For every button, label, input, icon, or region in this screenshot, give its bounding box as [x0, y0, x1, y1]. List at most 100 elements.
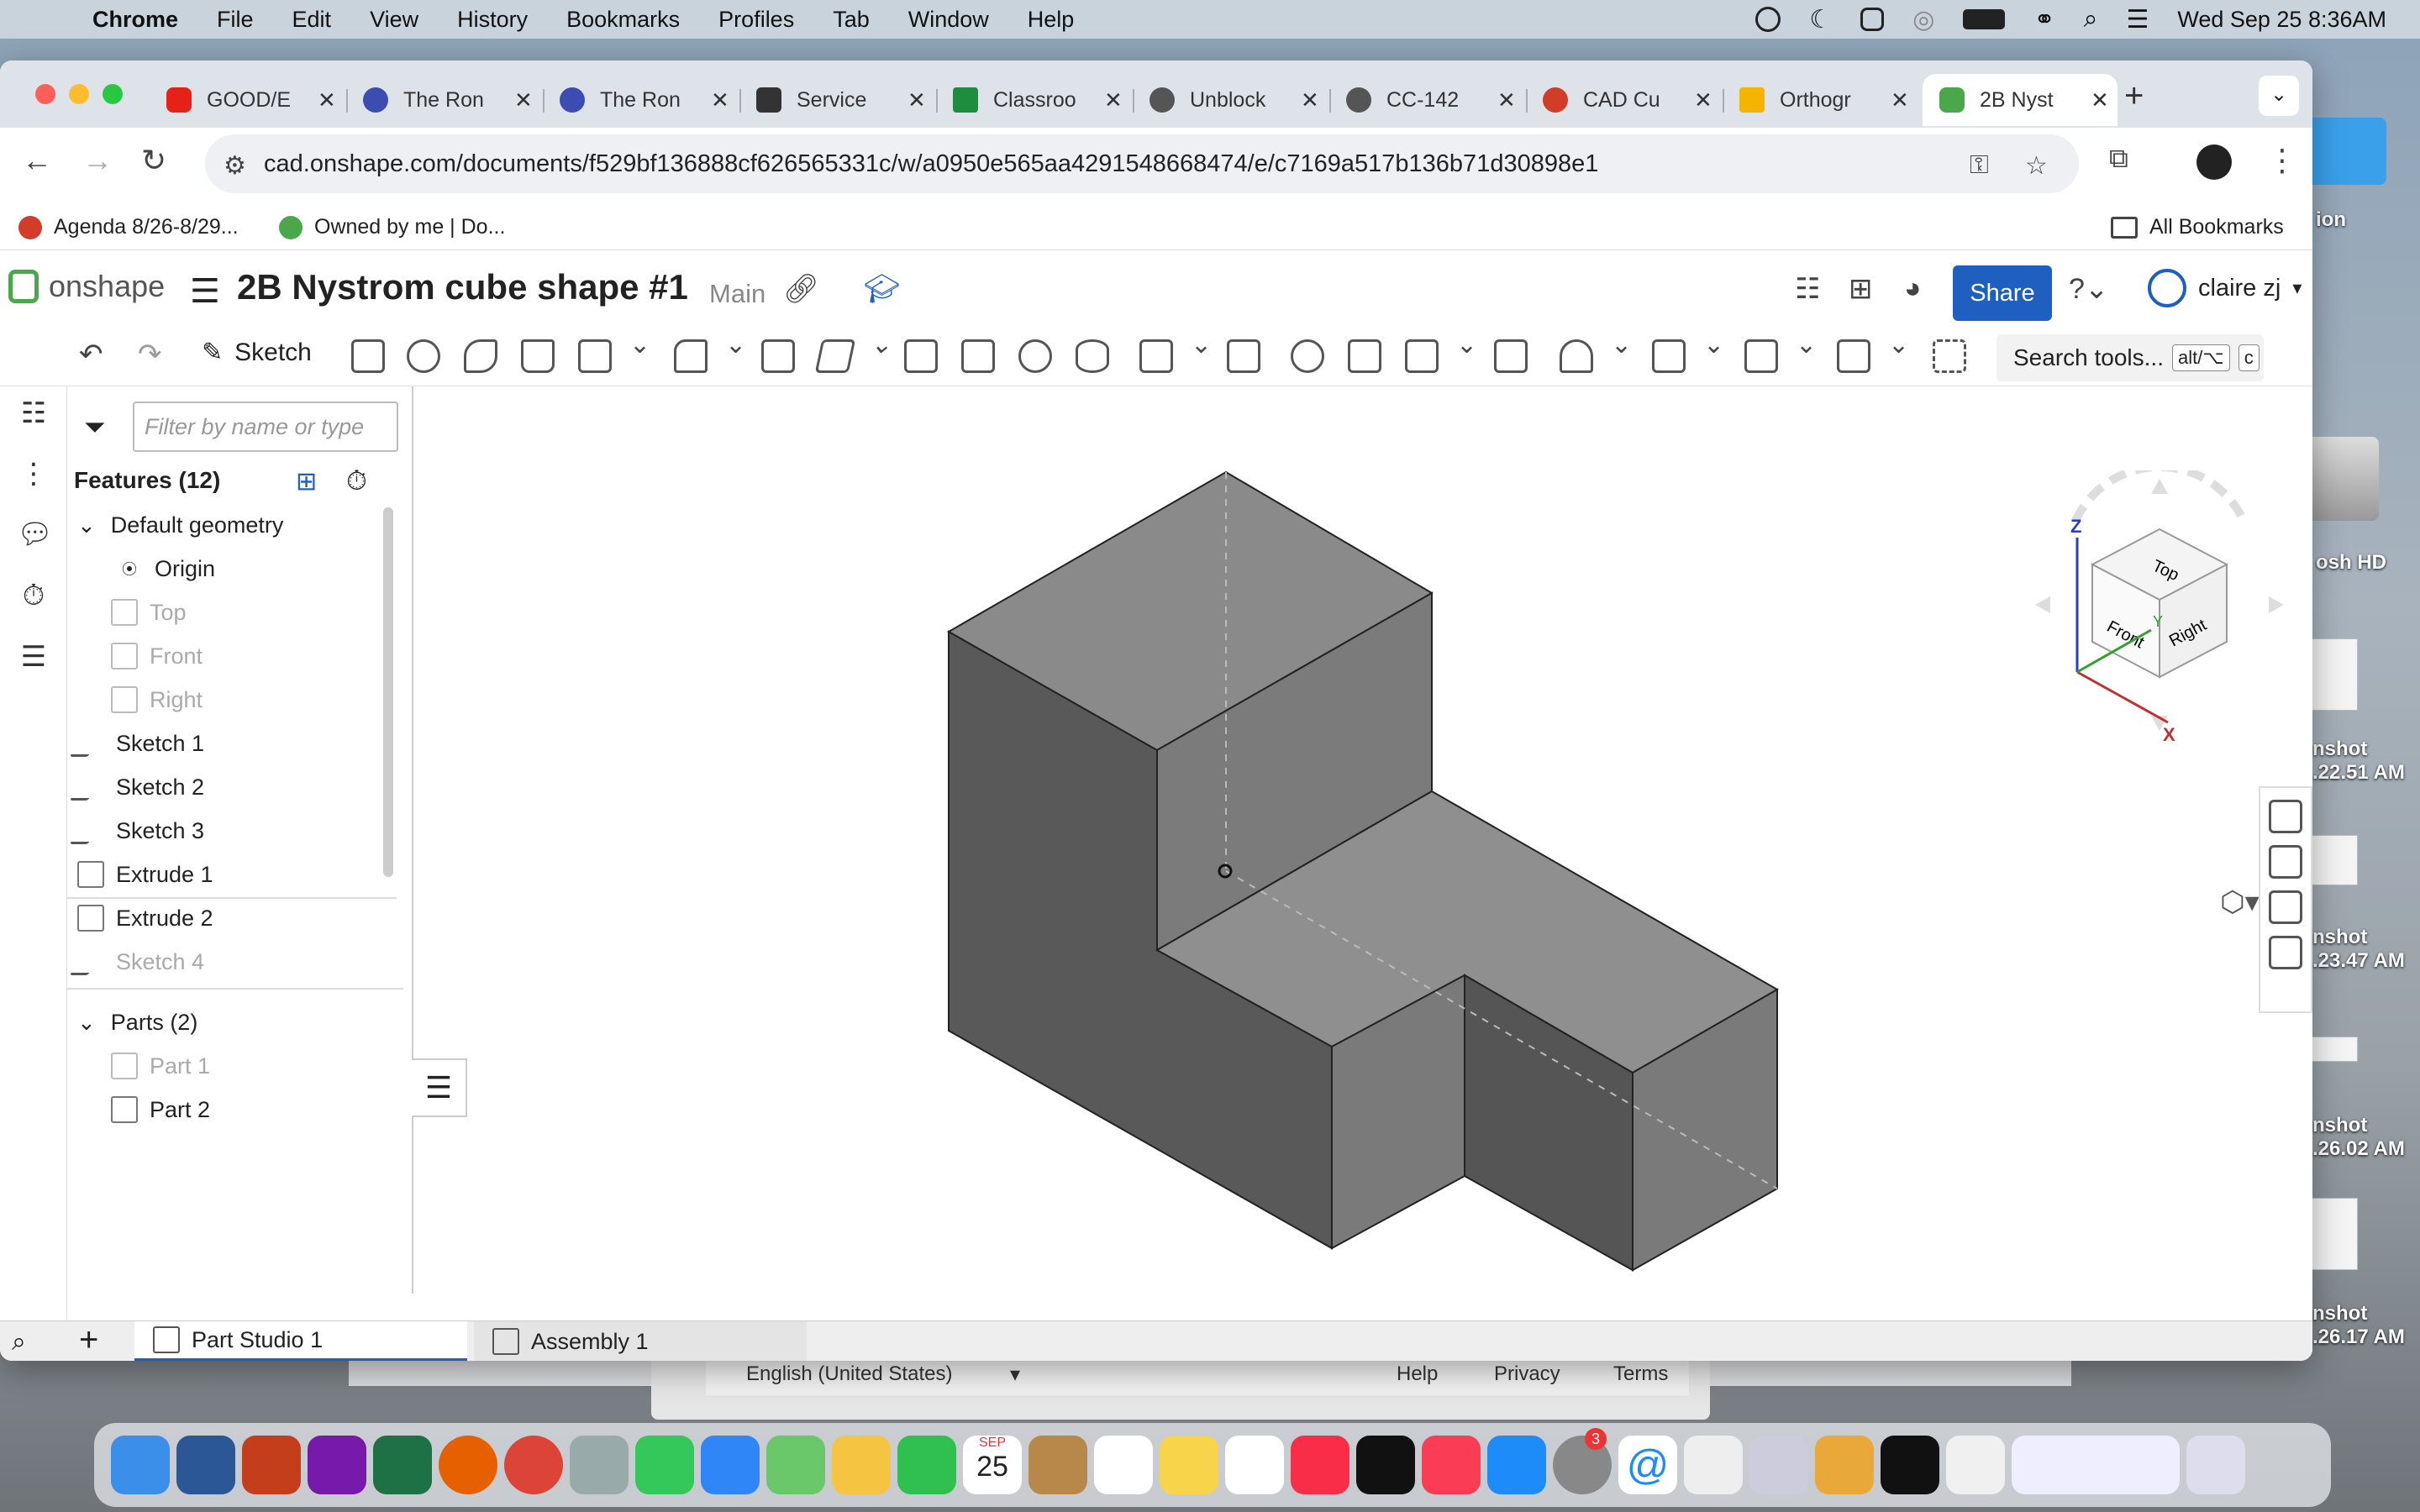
- preview-dock-icon[interactable]: [1749, 1436, 1808, 1494]
- chevron-down-icon[interactable]: ⌄: [77, 1010, 96, 1036]
- tv-dock-icon[interactable]: [1356, 1436, 1415, 1494]
- surface-tool-icon[interactable]: [1837, 330, 1909, 373]
- minimize-window-button[interactable]: [69, 84, 89, 104]
- fillet-tool-icon[interactable]: [674, 330, 746, 373]
- footer-help-link[interactable]: Help: [1397, 1362, 1438, 1386]
- zoom-window-button[interactable]: [103, 84, 123, 104]
- menubar-clock[interactable]: Wed Sep 25 8:36AM: [2177, 7, 2386, 33]
- launchpad-dock-icon[interactable]: [570, 1436, 629, 1494]
- calendar-dock-icon[interactable]: SEP 25: [963, 1436, 1022, 1494]
- url-text[interactable]: cad.onshape.com/documents/f529bf136888cf…: [264, 150, 1598, 178]
- key-icon[interactable]: ⚿: [1970, 151, 1989, 180]
- release-list-icon[interactable]: ☷: [1795, 272, 1820, 306]
- filter-input[interactable]: Filter by name or type: [133, 402, 398, 452]
- browser-tab-2[interactable]: The Ron ✕: [346, 74, 541, 126]
- part-1-row[interactable]: Part 1: [111, 1045, 210, 1087]
- extrude-tool-icon[interactable]: [351, 339, 385, 373]
- revolve-tool-icon[interactable]: [407, 339, 440, 373]
- origin-row[interactable]: ⦿ Origin: [116, 548, 215, 590]
- top-plane-row[interactable]: Top: [111, 591, 187, 633]
- menu-app-name[interactable]: Chrome: [92, 7, 178, 33]
- thicken-tool-icon[interactable]: [578, 330, 650, 373]
- tab-part-studio-1[interactable]: Part Studio 1: [134, 1321, 467, 1361]
- add-custom-feature-icon[interactable]: [1933, 339, 1966, 373]
- redo-icon[interactable]: ↷: [138, 338, 162, 371]
- desktop-item-label-1[interactable]: ion: [2316, 208, 2346, 232]
- contacts-dock-icon[interactable]: [1028, 1436, 1087, 1494]
- desktop-item-label-4[interactable]: nshot .23.47 AM: [2312, 926, 2405, 973]
- desktop-item-label-6[interactable]: nshot .26.17 AM: [2312, 1302, 2405, 1349]
- display-states-icon[interactable]: [2269, 845, 2302, 879]
- comments-icon[interactable]: 💬︎: [17, 517, 53, 551]
- profile-avatar-icon[interactable]: [2196, 144, 2232, 180]
- address-bar[interactable]: ⚙ cad.onshape.com/documents/f529bf136888…: [205, 134, 2079, 193]
- transform-tool-icon[interactable]: [1405, 330, 1477, 373]
- menu-edit[interactable]: Edit: [292, 7, 332, 33]
- chevron-down-icon[interactable]: ⌄: [77, 512, 96, 538]
- close-tab-icon[interactable]: ✕: [1891, 87, 1909, 113]
- sketch-2-row[interactable]: Sketch 2: [69, 766, 204, 808]
- instances-icon[interactable]: ⋮: [17, 457, 50, 491]
- share-button[interactable]: Share: [1953, 265, 2052, 321]
- search-tools-input[interactable]: Search tools... alt/⌥ c: [1996, 334, 2264, 381]
- desktop-item-label-3[interactable]: nshot .22.51 AM: [2312, 738, 2405, 785]
- notes-status-icon[interactable]: [1860, 8, 1885, 31]
- collapse-panel-icon[interactable]: ☰: [412, 1058, 467, 1117]
- view-cube[interactable]: Top Front Right Z X Y: [2025, 470, 2294, 748]
- reload-icon[interactable]: ↻: [141, 143, 166, 178]
- site-info-icon[interactable]: ⚙: [224, 151, 246, 181]
- chrome-dock-icon[interactable]: [504, 1436, 563, 1494]
- rollback-timer-icon[interactable]: ⏱︎: [346, 465, 367, 497]
- view-rotate-arc[interactable]: [2071, 470, 2248, 523]
- close-tab-icon[interactable]: ✕: [514, 87, 533, 113]
- bookmark-agenda[interactable]: Agenda 8/26-8/29...: [18, 215, 239, 239]
- panel-scrollbar[interactable]: [383, 507, 393, 877]
- powerpoint-dock-icon[interactable]: [242, 1436, 301, 1494]
- document-title[interactable]: 2B Nystrom cube shape #1: [237, 267, 688, 307]
- browser-tab-8[interactable]: CAD Cu ✕: [1526, 74, 1721, 126]
- browser-tab-7[interactable]: CC-142 ✕: [1329, 74, 1524, 126]
- menu-bookmarks[interactable]: Bookmarks: [566, 7, 680, 33]
- shell-tool-icon[interactable]: [961, 339, 995, 373]
- pattern-tool-icon[interactable]: [1139, 330, 1212, 373]
- section-view-icon[interactable]: [2269, 890, 2302, 924]
- view-arrow-left-icon[interactable]: [2035, 596, 2050, 613]
- undo-icon[interactable]: ↶: [79, 338, 103, 371]
- control-center-icon[interactable]: ☰: [2126, 5, 2149, 34]
- desktop-folder-icon[interactable]: [2302, 118, 2386, 185]
- terminal-dock-icon[interactable]: [1881, 1436, 1939, 1494]
- menu-profiles[interactable]: Profiles: [718, 7, 794, 33]
- onshape-logo[interactable]: onshape: [8, 269, 165, 304]
- loft-tool-icon[interactable]: [521, 339, 555, 373]
- finder-dock-icon[interactable]: [111, 1436, 170, 1494]
- browser-tab-1[interactable]: GOOD/E ✕: [150, 74, 345, 126]
- spotlight-search-icon[interactable]: ⌕: [2084, 5, 2098, 34]
- messages-dock-icon[interactable]: [635, 1436, 694, 1494]
- grammarly-icon[interactable]: [1755, 7, 1781, 32]
- draft-tool-icon[interactable]: [814, 339, 856, 373]
- sweep-tool-icon[interactable]: [464, 339, 497, 373]
- extrude-2-row[interactable]: Extrude 2: [77, 897, 213, 939]
- tab-search-button[interactable]: ⌄: [2259, 76, 2299, 116]
- boolean-tool-icon[interactable]: [1291, 339, 1324, 373]
- sketch-3-row[interactable]: Sketch 3: [69, 810, 204, 852]
- view-arrow-right-icon[interactable]: [2269, 596, 2284, 613]
- menu-window[interactable]: Window: [908, 7, 989, 33]
- mirror-tool-icon[interactable]: [1227, 339, 1260, 373]
- onenote-dock-icon[interactable]: [308, 1436, 366, 1494]
- photos-dock-icon[interactable]: [832, 1436, 891, 1494]
- script-editor-dock-icon[interactable]: [1684, 1436, 1743, 1494]
- add-element-icon[interactable]: +: [79, 1321, 98, 1359]
- help-icon[interactable]: ?⌄: [2069, 272, 2108, 306]
- news-dock-icon[interactable]: [1422, 1436, 1481, 1494]
- link-status-icon[interactable]: ⚭: [2033, 5, 2054, 34]
- search-tabs-icon[interactable]: ⌕: [12, 1328, 26, 1357]
- reminders-dock-icon[interactable]: [1094, 1436, 1153, 1494]
- bookmark-star-icon[interactable]: ☆: [2025, 151, 2048, 181]
- chamfer-tool-icon[interactable]: [761, 339, 795, 373]
- extensions-icon[interactable]: ⧉: [2109, 143, 2128, 175]
- recent-downloads-stack-icon[interactable]: [2012, 1436, 2180, 1494]
- language-select[interactable]: English (United States): [746, 1362, 952, 1386]
- tab-assembly-1[interactable]: Assembly 1: [474, 1321, 807, 1361]
- freeform-dock-icon[interactable]: [1225, 1436, 1284, 1494]
